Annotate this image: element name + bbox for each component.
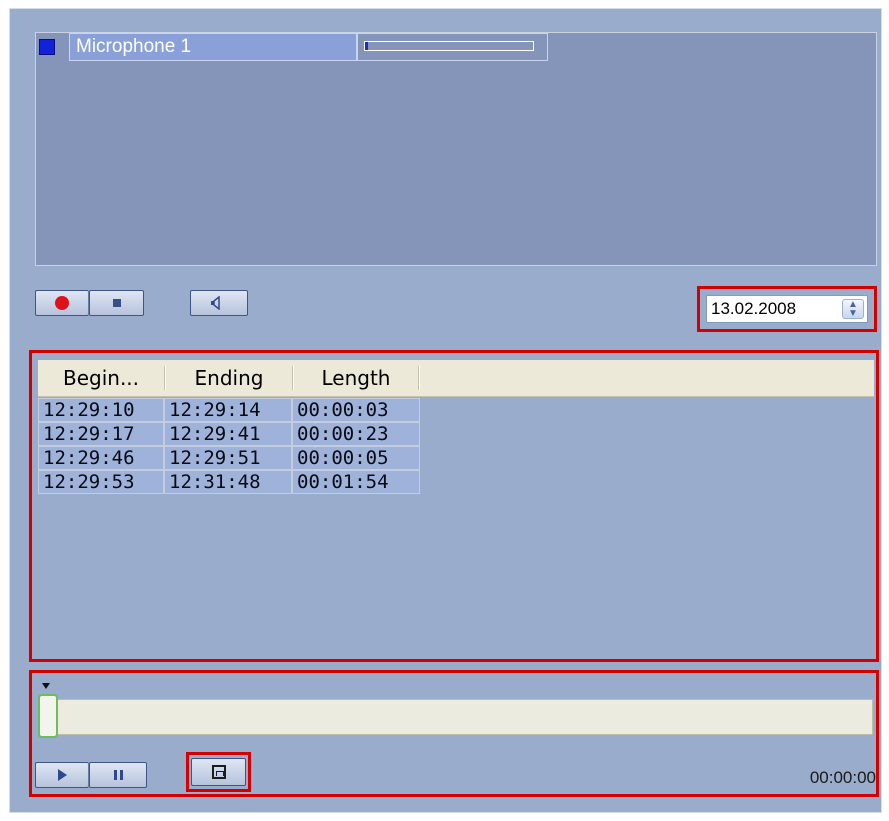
- microphone-level-cell: [357, 33, 548, 61]
- play-button[interactable]: [35, 762, 89, 788]
- save-button[interactable]: [191, 758, 246, 786]
- table-row[interactable]: 12:29:17 12:29:41 00:00:23: [38, 422, 420, 446]
- speaker-button[interactable]: [190, 290, 248, 316]
- microphone-level-bar: [364, 41, 534, 51]
- column-separator: [418, 366, 420, 390]
- cell-begin: 12:29:53: [38, 470, 164, 494]
- microphone-level-fill: [365, 42, 369, 50]
- microphone-list: [35, 32, 877, 266]
- playback-slider-track[interactable]: [38, 699, 873, 735]
- date-value: 13.02.2008: [711, 299, 797, 318]
- stop-icon: [112, 299, 121, 307]
- playback-time: 00:00:00: [809, 768, 876, 787]
- cell-begin: 12:29:46: [38, 446, 164, 470]
- play-icon: [57, 769, 67, 781]
- records-header: Begin... Ending Length: [38, 360, 874, 397]
- playback-slider-thumb[interactable]: [38, 694, 58, 738]
- records-table: 12:29:10 12:29:14 00:00:03 12:29:17 12:2…: [38, 398, 420, 494]
- column-header-length[interactable]: Length: [294, 360, 418, 396]
- spin-up-down-icon[interactable]: ▲ ▼: [842, 299, 864, 319]
- cell-length: 00:00:03: [292, 398, 420, 422]
- stop-button[interactable]: [89, 290, 144, 316]
- cell-length: 00:01:54: [292, 470, 420, 494]
- speaker-icon: [211, 296, 220, 310]
- microphone-name[interactable]: Microphone 1: [69, 33, 357, 61]
- table-row[interactable]: 12:29:53 12:31:48 00:01:54: [38, 470, 420, 494]
- cell-length: 00:00:23: [292, 422, 420, 446]
- column-header-ending[interactable]: Ending: [166, 360, 292, 396]
- date-picker-highlight: 13.02.2008 ▲ ▼: [697, 286, 877, 332]
- table-row[interactable]: 12:29:10 12:29:14 00:00:03: [38, 398, 420, 422]
- pause-icon: [113, 770, 123, 780]
- cell-ending: 12:29:41: [164, 422, 292, 446]
- cell-ending: 12:29:51: [164, 446, 292, 470]
- cell-ending: 12:31:48: [164, 470, 292, 494]
- record-icon: [55, 296, 69, 310]
- microphone-row[interactable]: Microphone 1: [36, 33, 548, 61]
- table-row[interactable]: 12:29:46 12:29:51 00:00:05: [38, 446, 420, 470]
- microphone-indicator-icon: [39, 39, 55, 55]
- cell-length: 00:00:05: [292, 446, 420, 470]
- cell-begin: 12:29:10: [38, 398, 164, 422]
- position-marker-icon: [42, 683, 50, 689]
- cell-ending: 12:29:14: [164, 398, 292, 422]
- pause-button[interactable]: [89, 762, 147, 788]
- record-button[interactable]: [35, 290, 89, 316]
- date-input[interactable]: 13.02.2008 ▲ ▼: [706, 295, 868, 323]
- column-header-begin[interactable]: Begin...: [38, 360, 164, 396]
- save-icon: [211, 765, 226, 779]
- cell-begin: 12:29:17: [38, 422, 164, 446]
